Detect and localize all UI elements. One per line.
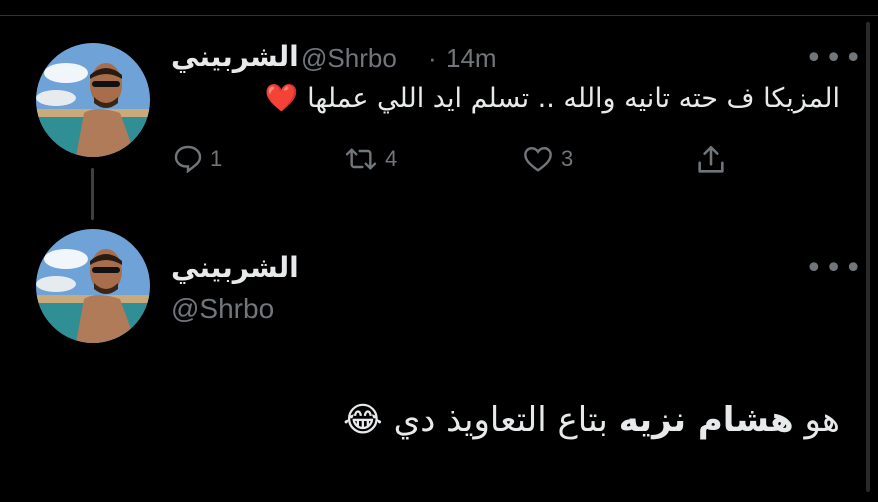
avatar-photo [36, 43, 150, 157]
more-icon[interactable]: ••• [805, 44, 864, 74]
retweet-button[interactable]: 4 [343, 143, 397, 175]
avatar-photo [36, 229, 150, 343]
retweet-icon [345, 148, 377, 170]
reply-button[interactable]: 1 [172, 143, 222, 175]
top-divider [0, 15, 878, 16]
like-count: 3 [561, 146, 574, 171]
display-name[interactable]: الشربيني [171, 251, 299, 284]
share-icon [698, 145, 724, 173]
more-icon[interactable]: ••• [805, 254, 864, 284]
tweet-text-bold: هشام نزيه [618, 400, 794, 440]
like-button[interactable]: 3 [521, 143, 573, 175]
tweet-text-end: بتاع التعاويذ دي [393, 400, 619, 440]
reply-count: 1 [210, 146, 223, 171]
reply-icon [174, 145, 202, 174]
thread-connector [91, 168, 94, 220]
tweet-text: المزيكا ف حته تانيه والله .. تسلم ايد ال… [265, 82, 840, 114]
tweet-text-start: هو [793, 400, 840, 440]
retweet-count: 4 [385, 146, 398, 171]
handle[interactable]: @Shrbo [171, 293, 274, 325]
scrollbar[interactable] [866, 22, 870, 492]
handle[interactable]: @Shrbo [301, 43, 397, 74]
separator: · [428, 43, 437, 73]
share-button[interactable] [694, 143, 728, 177]
display-name[interactable]: الشربيني [171, 40, 299, 73]
avatar[interactable] [36, 43, 150, 157]
laughing-emoji: 😂 [343, 400, 383, 440]
timestamp[interactable]: 14m [446, 43, 497, 74]
like-icon [524, 146, 552, 172]
heart-emoji: ❤️ [264, 83, 299, 114]
avatar[interactable] [36, 229, 150, 343]
tweet-text-body: المزيكا ف حته تانيه والله .. تسلم ايد ال… [307, 83, 840, 114]
tweet-text: هو هشام نزيه بتاع التعاويذ دي 😂 [343, 400, 840, 440]
